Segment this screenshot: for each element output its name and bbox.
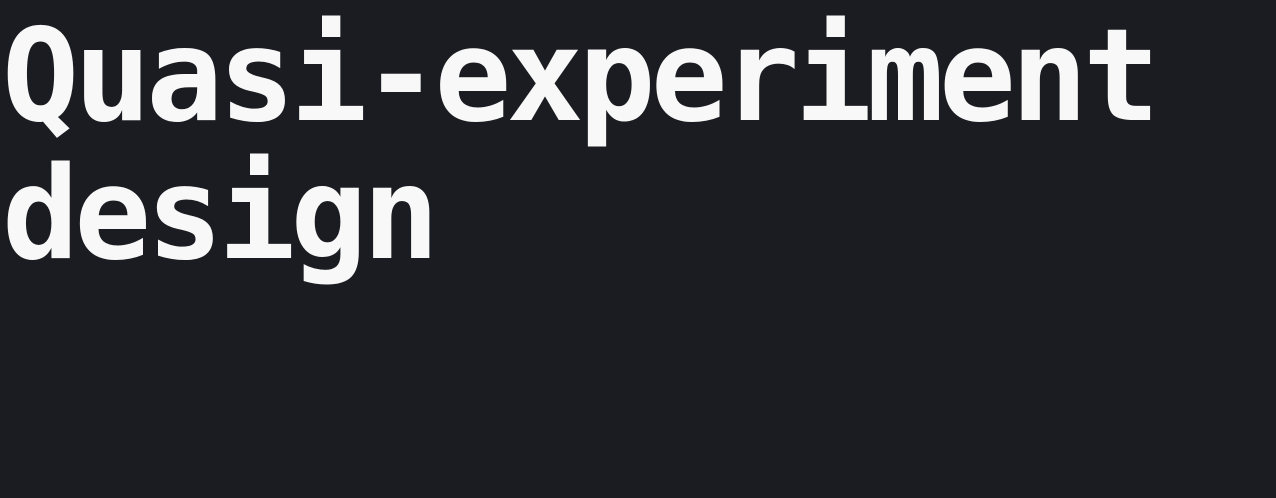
page-canvas: Quasi-experiment design [0,0,1276,498]
page-title-line-2: design [2,140,439,289]
page-title-line-1: Quasi-experiment [2,2,1160,151]
page-title: Quasi-experiment design [2,2,1160,289]
